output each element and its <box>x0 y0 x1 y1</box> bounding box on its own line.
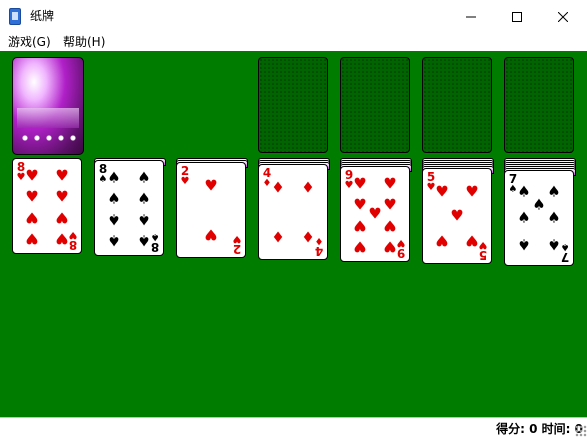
hearts-pip-icon: ♥ <box>353 174 367 193</box>
card-corner-index: 2 ♥ <box>179 165 191 187</box>
status-bar: 得分: 0 时间: 0 <box>0 417 587 437</box>
maximize-button[interactable] <box>494 0 540 31</box>
hearts-pip-icon: ♥ <box>465 182 479 201</box>
minimize-button[interactable] <box>448 0 494 31</box>
foundation-slot[interactable] <box>422 57 492 153</box>
playing-card-5-of-hearts[interactable]: 5 ♥ 5 ♥ ♥ ♥ ♥ ♥ ♥ <box>422 168 492 264</box>
spades-pip-icon: ♠ <box>137 210 151 229</box>
hearts-pip-icon: ♥ <box>383 174 397 193</box>
hearts-pip-icon: ♥ <box>25 208 39 227</box>
hearts-icon: ♥ <box>180 176 190 187</box>
playing-card-2-of-hearts[interactable]: 2 ♥ 2 ♥ ♥ ♥ <box>176 162 246 258</box>
hearts-pip-icon: ♥ <box>450 206 464 225</box>
spades-pip-icon: ♠ <box>532 195 546 214</box>
card-rank: 2 <box>232 242 242 256</box>
diamonds-pip-icon: ♦ <box>271 178 285 197</box>
menu-game[interactable]: 游戏(G) <box>8 33 51 50</box>
spades-pip-icon: ♠ <box>107 189 121 208</box>
spades-pip-icon: ♠ <box>517 235 531 254</box>
hearts-pip-icon: ♥ <box>55 166 69 185</box>
diamonds-pip-icon: ♦ <box>271 227 285 246</box>
card-corner-index: 2 ♥ <box>231 233 243 256</box>
hearts-pip-icon: ♥ <box>383 216 397 235</box>
hearts-icon: ♥ <box>232 233 242 244</box>
menu-bar: 游戏(G) 帮助(H) <box>0 31 587 51</box>
stock-pile[interactable] <box>12 57 84 155</box>
spades-pip-icon: ♠ <box>107 168 121 187</box>
hearts-pip-icon: ♥ <box>383 237 397 256</box>
spades-pip-icon: ♠ <box>547 208 561 227</box>
playing-card-8-of-spades[interactable]: 8 ♠ 8 ♠ ♠ ♠ ♠ ♠ ♠ ♠ ♠ ♠ <box>94 160 164 256</box>
playing-card-7-of-spades[interactable]: 7 ♠ 7 ♠ ♠ ♠ ♠ ♠ ♠ ♠ ♠ <box>504 170 574 266</box>
playing-card-9-of-hearts[interactable]: 9 ♥ 9 ♥ ♥ ♥ ♥ ♥ ♥ ♥ ♥ ♥ ♥ <box>340 166 410 262</box>
foundation-slot[interactable] <box>340 57 410 153</box>
title-bar[interactable]: 纸牌 <box>0 0 587 31</box>
hearts-pip-icon: ♥ <box>353 216 367 235</box>
maximize-icon <box>512 11 522 22</box>
card-rank: 5 <box>478 248 488 262</box>
playing-card-4-of-diamonds[interactable]: 4 ♦ 4 ♦ ♦ ♦ ♦ ♦ <box>258 164 328 260</box>
spades-pip-icon: ♠ <box>547 235 561 254</box>
minimize-icon <box>466 16 476 17</box>
hearts-pip-icon: ♥ <box>353 237 367 256</box>
hearts-pip-icon: ♥ <box>435 182 449 201</box>
hearts-pip-icon: ♥ <box>353 195 367 214</box>
diamonds-pip-icon: ♦ <box>301 178 315 197</box>
close-button[interactable] <box>540 0 586 31</box>
spades-pip-icon: ♠ <box>547 182 561 201</box>
card-rank: 9 <box>396 246 406 260</box>
hearts-pip-icon: ♥ <box>368 204 382 223</box>
diamonds-pip-icon: ♦ <box>301 227 315 246</box>
spades-pip-icon: ♠ <box>107 231 121 250</box>
card-rank: 4 <box>314 244 324 258</box>
close-icon <box>557 11 569 22</box>
hearts-pip-icon: ♥ <box>55 187 69 206</box>
menu-help[interactable]: 帮助(H) <box>63 33 105 50</box>
spades-pip-icon: ♠ <box>137 231 151 250</box>
hearts-pip-icon: ♥ <box>55 208 69 227</box>
hearts-pip-icon: ♥ <box>25 187 39 206</box>
hearts-pip-icon: ♥ <box>204 225 218 244</box>
spades-pip-icon: ♠ <box>137 189 151 208</box>
game-table: 8 ♥ 8 ♥ ♥ ♥ ♥ ♥ ♥ ♥ ♥ ♥ 8 ♠ 8 ♠ ♠ ♠ ♠ ♠ ♠ ♠ ♠ ♠ 2 ♥ 2 ♥ ♥ ♥ 4 ♦ 4 ♦ ♦ ♦ ♦ ♦ 9 ♥… <box>0 51 587 417</box>
solitaire-app-icon <box>9 8 21 25</box>
foundation-slot[interactable] <box>258 57 328 153</box>
hearts-pip-icon: ♥ <box>383 195 397 214</box>
spades-pip-icon: ♠ <box>137 168 151 187</box>
hearts-pip-icon: ♥ <box>465 231 479 250</box>
hearts-pip-icon: ♥ <box>435 231 449 250</box>
card-rank: 8 <box>150 240 160 254</box>
spades-pip-icon: ♠ <box>517 208 531 227</box>
hearts-pip-icon: ♥ <box>25 229 39 248</box>
spades-pip-icon: ♠ <box>107 210 121 229</box>
playing-card-8-of-hearts[interactable]: 8 ♥ 8 ♥ ♥ ♥ ♥ ♥ ♥ ♥ ♥ ♥ <box>12 158 82 254</box>
card-back-design <box>17 108 79 128</box>
resize-grip[interactable] <box>575 425 587 437</box>
card-rank: 7 <box>560 250 570 264</box>
score-time-status: 得分: 0 时间: 0 <box>496 422 583 436</box>
hearts-pip-icon: ♥ <box>25 166 39 185</box>
card-rank: 8 <box>68 238 78 252</box>
hearts-pip-icon: ♥ <box>204 176 218 195</box>
card-back-lights <box>19 134 77 142</box>
foundation-slot[interactable] <box>504 57 574 153</box>
hearts-pip-icon: ♥ <box>55 229 69 248</box>
window-title: 纸牌 <box>30 9 55 23</box>
spades-pip-icon: ♠ <box>517 182 531 201</box>
